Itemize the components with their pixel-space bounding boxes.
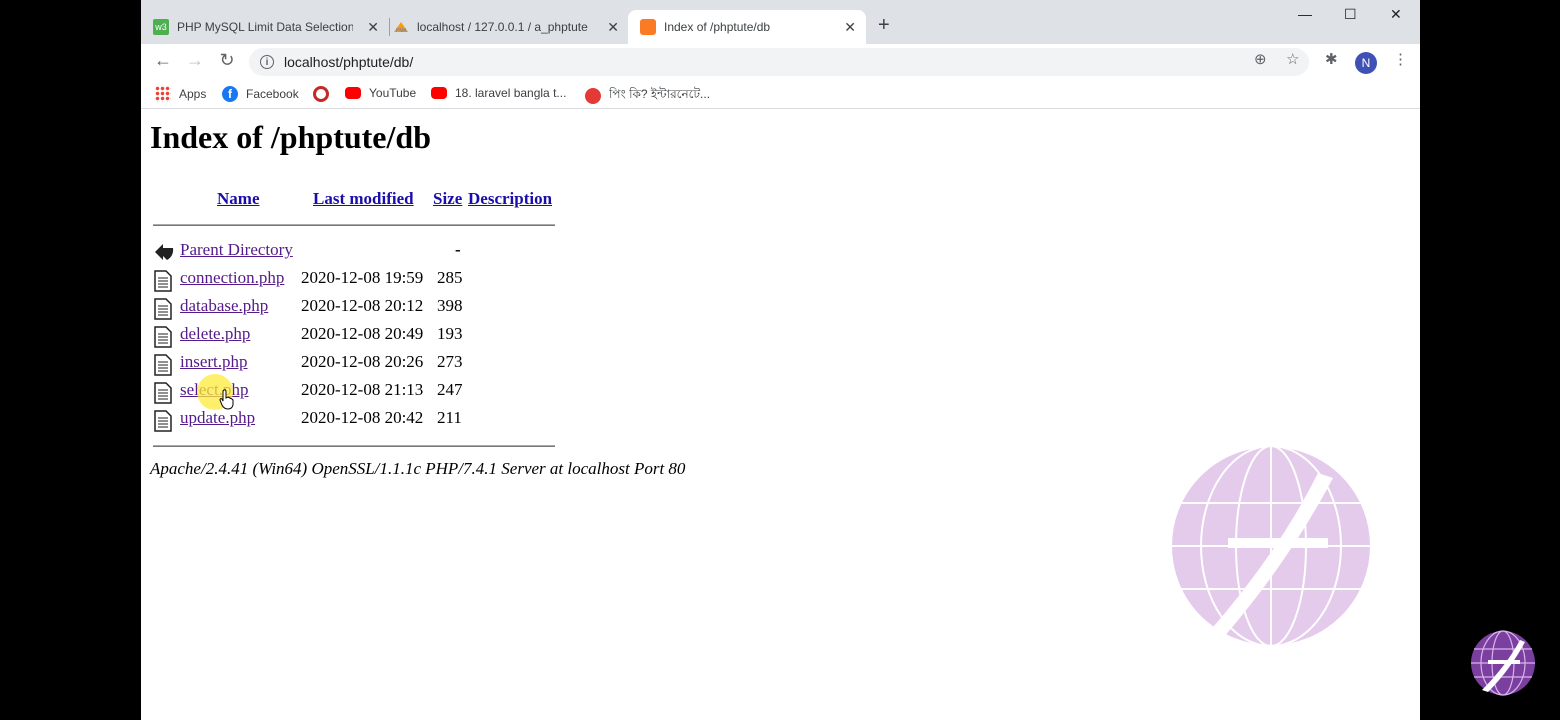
file-row: insert.php 2020-12-08 20:26 273 bbox=[153, 352, 613, 376]
file-icon bbox=[153, 326, 173, 353]
close-icon[interactable]: ✕ bbox=[367, 19, 379, 36]
file-row: database.php 2020-12-08 20:12 398 bbox=[153, 296, 613, 320]
globe-watermark-icon bbox=[1170, 445, 1372, 647]
sort-by-name-link[interactable]: Name bbox=[217, 189, 259, 208]
bookmark-emblem[interactable] bbox=[313, 86, 337, 102]
column-header-size[interactable]: Size bbox=[433, 189, 462, 209]
sort-by-description-link[interactable]: Description bbox=[468, 189, 552, 208]
modified-value: 2020-12-08 19:59 bbox=[301, 268, 424, 287]
bookmark-label: YouTube bbox=[369, 86, 417, 100]
maximize-icon[interactable]: ☐ bbox=[1344, 6, 1357, 23]
tab-divider bbox=[389, 18, 390, 36]
address-bar[interactable]: i localhost/phptute/db/ bbox=[249, 48, 1309, 76]
bookmark-facebook[interactable]: f Facebook bbox=[222, 86, 299, 102]
extensions-icon[interactable]: ✱ bbox=[1325, 50, 1338, 68]
bookmark-label: পিং কি? ইন্টারনেটে... bbox=[609, 87, 711, 101]
browser-toolbar: ← → ↻ i localhost/phptute/db/ ⊕ ☆ ✱ N ⋮ bbox=[141, 44, 1420, 80]
file-row: update.php 2020-12-08 20:42 211 bbox=[153, 408, 613, 432]
bookmark-ping[interactable]: পিং কি? ইন্টারনেটে... bbox=[585, 86, 710, 106]
bookmark-label: Apps bbox=[179, 87, 207, 101]
hand-cursor-icon bbox=[219, 389, 234, 410]
tab-label: localhost / 127.0.0.1 / a_phptute bbox=[417, 20, 588, 34]
parent-directory-link[interactable]: Parent Directory bbox=[180, 240, 293, 260]
window-close-icon[interactable]: ✕ bbox=[1390, 6, 1402, 23]
file-icon bbox=[153, 354, 173, 381]
tab-phpmyadmin[interactable]: PMA localhost / 127.0.0.1 / a_phptute ✕ bbox=[393, 10, 629, 44]
back-arrow-icon bbox=[153, 242, 175, 267]
size-value: 273 bbox=[437, 352, 463, 371]
divider bbox=[153, 445, 555, 447]
file-link[interactable]: delete.php bbox=[180, 324, 250, 344]
facebook-icon: f bbox=[222, 86, 238, 102]
page-content: Index of /phptute/db Name Last modified … bbox=[141, 109, 1420, 720]
sort-by-modified-link[interactable]: Last modified bbox=[313, 189, 414, 208]
server-signature: Apache/2.4.41 (Win64) OpenSSL/1.1.1c PHP… bbox=[150, 459, 686, 478]
bookmark-apps[interactable]: Apps bbox=[155, 86, 206, 102]
bookmark-youtube[interactable]: YouTube bbox=[345, 86, 416, 100]
size-value: 247 bbox=[437, 380, 463, 399]
file-row: connection.php 2020-12-08 19:59 285 bbox=[153, 268, 613, 292]
file-icon bbox=[153, 410, 173, 437]
size-value: 193 bbox=[437, 324, 463, 343]
minimize-icon[interactable]: — bbox=[1298, 6, 1312, 22]
file-link[interactable]: insert.php bbox=[180, 352, 248, 372]
channel-logo-icon bbox=[1471, 630, 1535, 696]
zoom-icon[interactable]: ⊕ bbox=[1254, 50, 1267, 68]
size-value: - bbox=[455, 240, 461, 259]
sort-by-size-link[interactable]: Size bbox=[433, 189, 462, 208]
close-icon[interactable]: ✕ bbox=[844, 19, 856, 36]
parent-directory-row: Parent Directory - bbox=[153, 240, 613, 264]
reload-icon[interactable]: ↻ bbox=[215, 50, 239, 71]
w3schools-icon: w3 bbox=[153, 19, 169, 35]
xampp-icon bbox=[640, 19, 656, 35]
file-icon bbox=[153, 270, 173, 297]
back-icon[interactable]: ← bbox=[151, 50, 175, 71]
file-link[interactable]: connection.php bbox=[180, 268, 284, 288]
phpmyadmin-icon: PMA bbox=[393, 19, 409, 35]
bookmark-laravel[interactable]: 18. laravel bangla t... bbox=[431, 86, 566, 100]
modified-value: 2020-12-08 21:13 bbox=[301, 380, 424, 399]
info-icon[interactable]: i bbox=[260, 55, 274, 69]
tab-label: Index of /phptute/db bbox=[664, 20, 771, 34]
bookmarks-bar: Apps f Facebook YouTube 18. laravel bang… bbox=[141, 80, 1420, 109]
url-text[interactable]: localhost/phptute/db/ bbox=[284, 54, 413, 70]
size-value: 211 bbox=[437, 408, 462, 427]
file-icon bbox=[153, 298, 173, 325]
divider bbox=[153, 224, 555, 226]
menu-icon[interactable]: ⋮ bbox=[1393, 50, 1408, 68]
blog-icon bbox=[585, 88, 601, 104]
file-link[interactable]: update.php bbox=[180, 408, 255, 428]
file-link[interactable]: database.php bbox=[180, 296, 268, 316]
column-header-modified[interactable]: Last modified bbox=[313, 189, 414, 209]
bookmark-label: Facebook bbox=[246, 87, 299, 101]
apps-grid-icon bbox=[155, 86, 171, 102]
svg-text:PMA: PMA bbox=[396, 28, 408, 34]
column-header-name[interactable]: Name bbox=[217, 189, 259, 209]
tab-strip: w3 PHP MySQL Limit Data Selections ✕ PMA… bbox=[141, 0, 1420, 44]
youtube-icon bbox=[431, 87, 447, 99]
size-value: 398 bbox=[437, 296, 463, 315]
close-icon[interactable]: ✕ bbox=[607, 19, 619, 36]
modified-value: 2020-12-08 20:26 bbox=[301, 352, 424, 371]
tab-index-of-db[interactable]: Index of /phptute/db ✕ bbox=[628, 10, 866, 44]
avatar[interactable]: N bbox=[1355, 52, 1377, 74]
modified-value: 2020-12-08 20:49 bbox=[301, 324, 424, 343]
youtube-icon bbox=[345, 87, 361, 99]
star-icon[interactable]: ☆ bbox=[1286, 50, 1299, 68]
modified-value: 2020-12-08 20:12 bbox=[301, 296, 424, 315]
file-row: delete.php 2020-12-08 20:49 193 bbox=[153, 324, 613, 348]
column-header-description[interactable]: Description bbox=[468, 189, 552, 209]
page-title: Index of /phptute/db bbox=[150, 119, 431, 155]
modified-value: 2020-12-08 20:42 bbox=[301, 408, 424, 427]
forward-icon[interactable]: → bbox=[183, 50, 207, 71]
file-icon bbox=[153, 382, 173, 409]
tab-label: PHP MySQL Limit Data Selections bbox=[177, 20, 353, 34]
browser-window: w3 PHP MySQL Limit Data Selections ✕ PMA… bbox=[141, 0, 1420, 720]
bangladesh-emblem-icon bbox=[313, 86, 329, 102]
new-tab-button[interactable]: + bbox=[878, 14, 890, 37]
tab-php-mysql-limit[interactable]: w3 PHP MySQL Limit Data Selections ✕ bbox=[153, 10, 389, 44]
size-value: 285 bbox=[437, 268, 463, 287]
bookmark-label: 18. laravel bangla t... bbox=[455, 86, 567, 100]
